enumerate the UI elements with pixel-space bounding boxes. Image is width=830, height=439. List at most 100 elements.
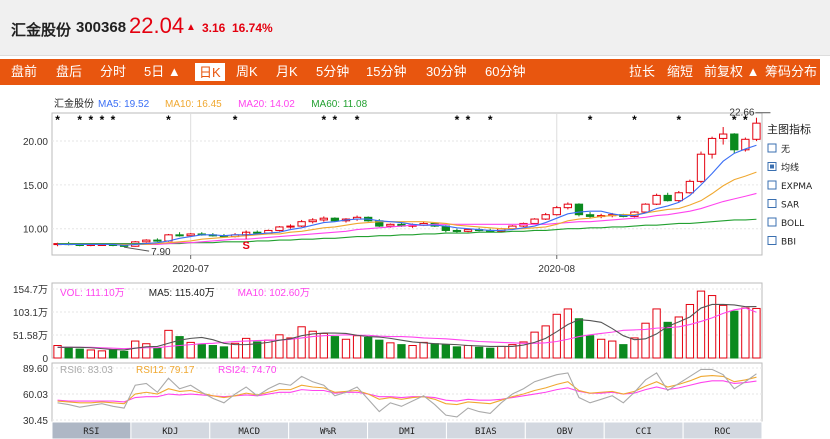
toolbar-item-9[interactable]: 30分钟 bbox=[426, 59, 466, 85]
toolbar-item-4[interactable]: 日K bbox=[195, 63, 225, 81]
volume-bar-1[interactable] bbox=[64, 346, 73, 359]
candle-36[interactable] bbox=[452, 228, 462, 234]
volume-bar-62[interactable] bbox=[741, 307, 750, 359]
indicator-tab-roc[interactable]: ROC bbox=[682, 421, 763, 439]
volume-bar-27[interactable] bbox=[352, 335, 362, 359]
candle-55[interactable] bbox=[663, 192, 672, 202]
candle-60[interactable] bbox=[719, 127, 728, 145]
volume-bar-22[interactable] bbox=[297, 326, 306, 359]
toolbar-item-14[interactable]: 筹码分布 bbox=[765, 59, 817, 85]
indicator-tab-bias[interactable]: BIAS bbox=[445, 421, 526, 439]
candle-24[interactable] bbox=[319, 216, 328, 222]
side-menu-item-4[interactable]: BOLL bbox=[767, 217, 804, 229]
candle-22[interactable] bbox=[297, 219, 306, 227]
candle-57[interactable] bbox=[685, 179, 695, 194]
volume-bar-21[interactable] bbox=[286, 337, 295, 359]
volume-bar-46[interactable] bbox=[563, 308, 573, 359]
volume-bar-58[interactable] bbox=[696, 290, 706, 359]
volume-bar-7[interactable] bbox=[131, 340, 140, 359]
volume-bar-29[interactable] bbox=[375, 339, 384, 359]
side-menu-item-0[interactable]: 无 bbox=[767, 143, 790, 155]
indicator-tab-obv[interactable]: OBV bbox=[524, 421, 605, 439]
candle-8[interactable] bbox=[142, 239, 151, 243]
volume-bar-43[interactable] bbox=[530, 331, 539, 359]
volume-bar-36[interactable] bbox=[452, 346, 462, 359]
volume-bar-13[interactable] bbox=[197, 344, 206, 359]
volume-bar-20[interactable] bbox=[275, 334, 284, 359]
volume-bar-30[interactable] bbox=[386, 342, 395, 359]
toolbar-item-11[interactable]: 拉长 bbox=[629, 59, 655, 85]
candle-58[interactable] bbox=[696, 151, 706, 184]
indicator-tab-macd[interactable]: MACD bbox=[209, 421, 290, 439]
candle-46[interactable] bbox=[563, 202, 573, 210]
toolbar-item-3[interactable]: 5日 ▲ bbox=[144, 59, 181, 85]
candle-27[interactable] bbox=[352, 215, 362, 221]
volume-bar-25[interactable] bbox=[330, 336, 340, 359]
volume-bar-53[interactable] bbox=[641, 322, 650, 359]
volume-bar-16[interactable] bbox=[230, 342, 240, 359]
volume-bar-57[interactable] bbox=[685, 303, 695, 359]
toolbar-item-7[interactable]: 5分钟 bbox=[316, 59, 349, 85]
volume-bar-51[interactable] bbox=[619, 344, 628, 359]
volume-bar-28[interactable] bbox=[364, 336, 373, 359]
volume-bar-15[interactable] bbox=[219, 346, 229, 359]
volume-bar-8[interactable] bbox=[142, 343, 151, 359]
volume-bar-45[interactable] bbox=[552, 313, 561, 359]
volume-bar-26[interactable] bbox=[341, 338, 351, 359]
indicator-tab-cci[interactable]: CCI bbox=[603, 421, 684, 439]
volume-bar-24[interactable] bbox=[319, 332, 328, 359]
toolbar-item-2[interactable]: 分时 bbox=[100, 59, 126, 85]
indicator-tab-kdj[interactable]: KDJ bbox=[130, 421, 211, 439]
volume-bar-34[interactable] bbox=[430, 343, 439, 359]
volume-bar-61[interactable] bbox=[730, 310, 739, 359]
volume-bar-9[interactable] bbox=[153, 347, 162, 359]
candle-9[interactable] bbox=[153, 238, 162, 242]
volume-bar-39[interactable] bbox=[486, 347, 495, 359]
volume-bar-31[interactable] bbox=[397, 344, 406, 359]
toolbar-item-13[interactable]: 前复权 ▲ bbox=[704, 59, 759, 85]
volume-bar-50[interactable] bbox=[608, 340, 617, 359]
side-menu-item-1[interactable]: 均线 bbox=[767, 162, 799, 174]
candle-54[interactable] bbox=[652, 193, 661, 206]
volume-bar-14[interactable] bbox=[208, 345, 218, 359]
candle-59[interactable] bbox=[707, 136, 717, 159]
volume-bar-49[interactable] bbox=[596, 338, 606, 359]
candle-11[interactable] bbox=[175, 232, 184, 237]
candle-47[interactable] bbox=[574, 203, 584, 217]
volume-bar-5[interactable] bbox=[108, 349, 118, 359]
candle-23[interactable] bbox=[308, 218, 317, 224]
volume-bar-2[interactable] bbox=[75, 348, 84, 359]
volume-bar-40[interactable] bbox=[497, 345, 506, 359]
candle-43[interactable] bbox=[530, 218, 539, 225]
candle-63[interactable] bbox=[752, 117, 761, 142]
toolbar-item-5[interactable]: 周K bbox=[236, 59, 258, 85]
volume-bar-33[interactable] bbox=[419, 341, 428, 359]
volume-bar-63[interactable] bbox=[752, 307, 761, 359]
candle-20[interactable] bbox=[275, 226, 284, 232]
kline-chart[interactable]: 20.00 15.00 10.00 汇金股份 MA5: 19.52 MA10: 16.45… bbox=[0, 85, 830, 439]
side-menu-item-5[interactable]: BBI bbox=[767, 236, 796, 248]
toolbar-item-12[interactable]: 缩短 bbox=[667, 59, 693, 85]
toolbar-item-6[interactable]: 月K bbox=[276, 59, 298, 85]
side-menu-item-3[interactable]: SAR bbox=[767, 199, 799, 211]
indicator-tab-wr[interactable]: W%R bbox=[288, 421, 369, 439]
candle-21[interactable] bbox=[286, 224, 295, 229]
volume-bar-4[interactable] bbox=[97, 350, 107, 359]
volume-bar-35[interactable] bbox=[441, 344, 450, 359]
volume-bar-37[interactable] bbox=[463, 345, 473, 359]
toolbar-item-0[interactable]: 盘前 bbox=[11, 59, 37, 85]
volume-bar-23[interactable] bbox=[308, 330, 317, 359]
volume-bar-44[interactable] bbox=[541, 325, 550, 359]
volume-bar-6[interactable] bbox=[119, 350, 129, 359]
volume-bar-52[interactable] bbox=[630, 337, 639, 359]
toolbar-item-8[interactable]: 15分钟 bbox=[366, 59, 406, 85]
volume-bar-48[interactable] bbox=[585, 335, 595, 359]
toolbar-item-1[interactable]: 盘后 bbox=[56, 59, 82, 85]
side-menu-item-2[interactable]: EXPMA bbox=[767, 180, 813, 192]
volume-bar-38[interactable] bbox=[474, 346, 484, 359]
volume-bar-47[interactable] bbox=[574, 318, 584, 359]
candle-45[interactable] bbox=[552, 205, 561, 216]
candle-44[interactable] bbox=[541, 212, 550, 220]
toolbar-item-10[interactable]: 60分钟 bbox=[485, 59, 525, 85]
volume-bar-3[interactable] bbox=[86, 349, 95, 359]
